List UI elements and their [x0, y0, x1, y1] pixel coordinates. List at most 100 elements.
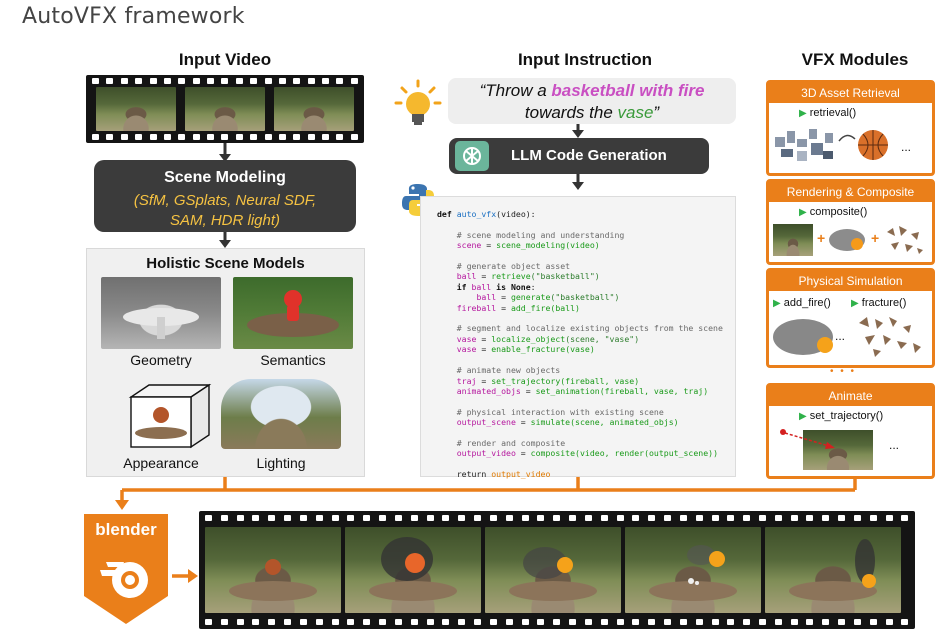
- code-args: (scene, "vase"): [565, 333, 640, 344]
- play-icon: ▶: [799, 108, 807, 119]
- animate-fn-label: set_trajectory(): [809, 410, 884, 422]
- code-call: enable_fracture: [491, 344, 566, 355]
- asset-gallery-icon: ...: [775, 129, 911, 161]
- animate-ellipsis: ...: [889, 438, 900, 452]
- appearance-thumbnail: [101, 379, 221, 449]
- module-3d-asset-retrieval: 3D Asset Retrieval ▶ retrieval() ...: [766, 80, 935, 176]
- output-frame-1-scene: [229, 559, 317, 601]
- geometry-thumbnail: [101, 277, 221, 349]
- code-call: retrieve: [491, 271, 531, 282]
- play-icon: ▶: [773, 298, 781, 309]
- code-var: animated_objs: [456, 385, 521, 396]
- semantics-vase-icon: [247, 290, 339, 337]
- instruction-line1: “Throw a basketball with fire: [448, 80, 736, 102]
- code-var: vase: [456, 333, 477, 344]
- output-frame-1: [205, 527, 341, 613]
- module-render-fn: ▶ composite(): [799, 206, 867, 218]
- output-frame-3-scene: [509, 547, 597, 601]
- code-var: fireball: [456, 302, 497, 313]
- trajectory-arrow-icon: [780, 429, 835, 449]
- code-function-name: auto_vfx: [456, 209, 497, 219]
- output-frame-2-scene: [369, 537, 457, 601]
- code-op: =: [496, 302, 511, 313]
- code-args: ("basketball"): [550, 292, 620, 303]
- code-op: =: [481, 240, 497, 251]
- code-args: ("basketball"): [530, 271, 600, 282]
- code-call: add_fire: [510, 302, 551, 313]
- code-op: =: [476, 375, 492, 386]
- render-fireball-icon: [829, 229, 865, 251]
- output-frame-4: [625, 527, 761, 613]
- code-args: (output_scene)): [644, 448, 719, 459]
- scene-modeling-box: Scene Modeling (SfM, GSplats, Neural SDF…: [94, 160, 356, 232]
- semantics-label: Semantics: [260, 352, 326, 368]
- code-comment: # physical interaction with existing sce…: [456, 406, 664, 417]
- code-keyword: if: [456, 281, 467, 292]
- code-panel: def auto_vfx(video): # scene modeling an…: [420, 196, 736, 480]
- lightbulb-icon: [394, 79, 442, 125]
- code-var: scene: [456, 240, 482, 251]
- code-call: composite: [530, 448, 576, 459]
- code-call: set_animation: [535, 385, 600, 396]
- output-frame-2: [345, 527, 481, 613]
- play-icon: ▶: [799, 411, 807, 422]
- instruction-quote-close: ”: [653, 103, 660, 122]
- scene-modeling-methods-line2: SAM, HDR light): [169, 212, 281, 229]
- output-frame-5-scene: [789, 539, 877, 601]
- openai-knot-icon: [463, 147, 481, 165]
- output-video-filmstrip: [199, 511, 915, 629]
- module-asset-fn: ▶ retrieval(): [799, 107, 856, 119]
- code-call: localize_object: [491, 333, 566, 344]
- instruction-mid: towards the: [524, 103, 618, 122]
- code-args: (ball): [550, 302, 580, 313]
- code-op: =: [515, 417, 531, 428]
- instruction-quote-open: “Throw a: [479, 81, 552, 100]
- code-op: =: [520, 385, 536, 396]
- instruction-highlight: basketball with fire: [551, 81, 705, 100]
- code-args: (scene, animated_objs): [570, 417, 679, 428]
- semantics-thumbnail: [233, 277, 353, 349]
- code-args: (vase): [565, 344, 595, 355]
- module-animate-fn: ▶ set_trajectory(): [799, 410, 883, 422]
- appearance-cube-icon: [128, 383, 212, 449]
- film-holes-bottom: [205, 619, 909, 625]
- output-frame-4-scene: [649, 545, 737, 601]
- code-block: def auto_vfx(video): # scene modeling an…: [437, 209, 723, 480]
- holistic-title: Holistic Scene Models: [146, 255, 305, 272]
- render-fn-label: composite(): [809, 206, 868, 218]
- holistic-scene-models-panel: Holistic Scene Models Geometry Semantics…: [86, 248, 365, 477]
- code-call: scene_modeling: [496, 240, 566, 251]
- instruction-object: vase: [617, 103, 654, 122]
- asset-ellipsis: ...: [901, 140, 911, 154]
- code-comment: # segment and localize existing objects …: [456, 323, 723, 334]
- code-call: simulate: [530, 417, 571, 428]
- code-var: output_scene: [456, 417, 516, 428]
- module-physics-title: Physical Simulation: [769, 271, 932, 291]
- render-plus-2: +: [871, 230, 880, 246]
- code-var: ball: [456, 271, 477, 282]
- module-animate: Animate ▶ set_trajectory() ...: [766, 383, 935, 479]
- physics-ellipsis: ...: [835, 329, 846, 343]
- code-var: ball: [466, 281, 497, 292]
- appearance-label: Appearance: [123, 455, 199, 471]
- code-call: generate: [510, 292, 551, 303]
- code-call: set_trajectory: [491, 375, 561, 386]
- physics-fn1-label: add_fire(): [783, 297, 831, 309]
- physics-fn2-label: fracture(): [861, 297, 907, 309]
- code-op: =: [496, 292, 511, 303]
- code-comment: # generate object asset: [456, 261, 571, 272]
- physics-fire-icon: [773, 319, 833, 355]
- code-op: =: [476, 333, 492, 344]
- code-comment: # animate new objects: [456, 365, 561, 376]
- openai-icon: [455, 141, 489, 171]
- code-var: traj: [456, 375, 477, 386]
- render-plus-1: +: [817, 230, 826, 246]
- asset-fn-label: retrieval(): [809, 107, 857, 119]
- code-def-args: (video):: [496, 209, 536, 219]
- code-call: render: [614, 448, 645, 459]
- scene-modeling-methods-line1: (SfM, GSplats, Neural SDF,: [133, 192, 317, 209]
- lighting-label: Lighting: [256, 455, 306, 471]
- code-comment: # scene modeling and understanding: [456, 229, 625, 240]
- code-comment: # render and composite: [456, 437, 566, 448]
- module-animate-title: Animate: [769, 386, 932, 406]
